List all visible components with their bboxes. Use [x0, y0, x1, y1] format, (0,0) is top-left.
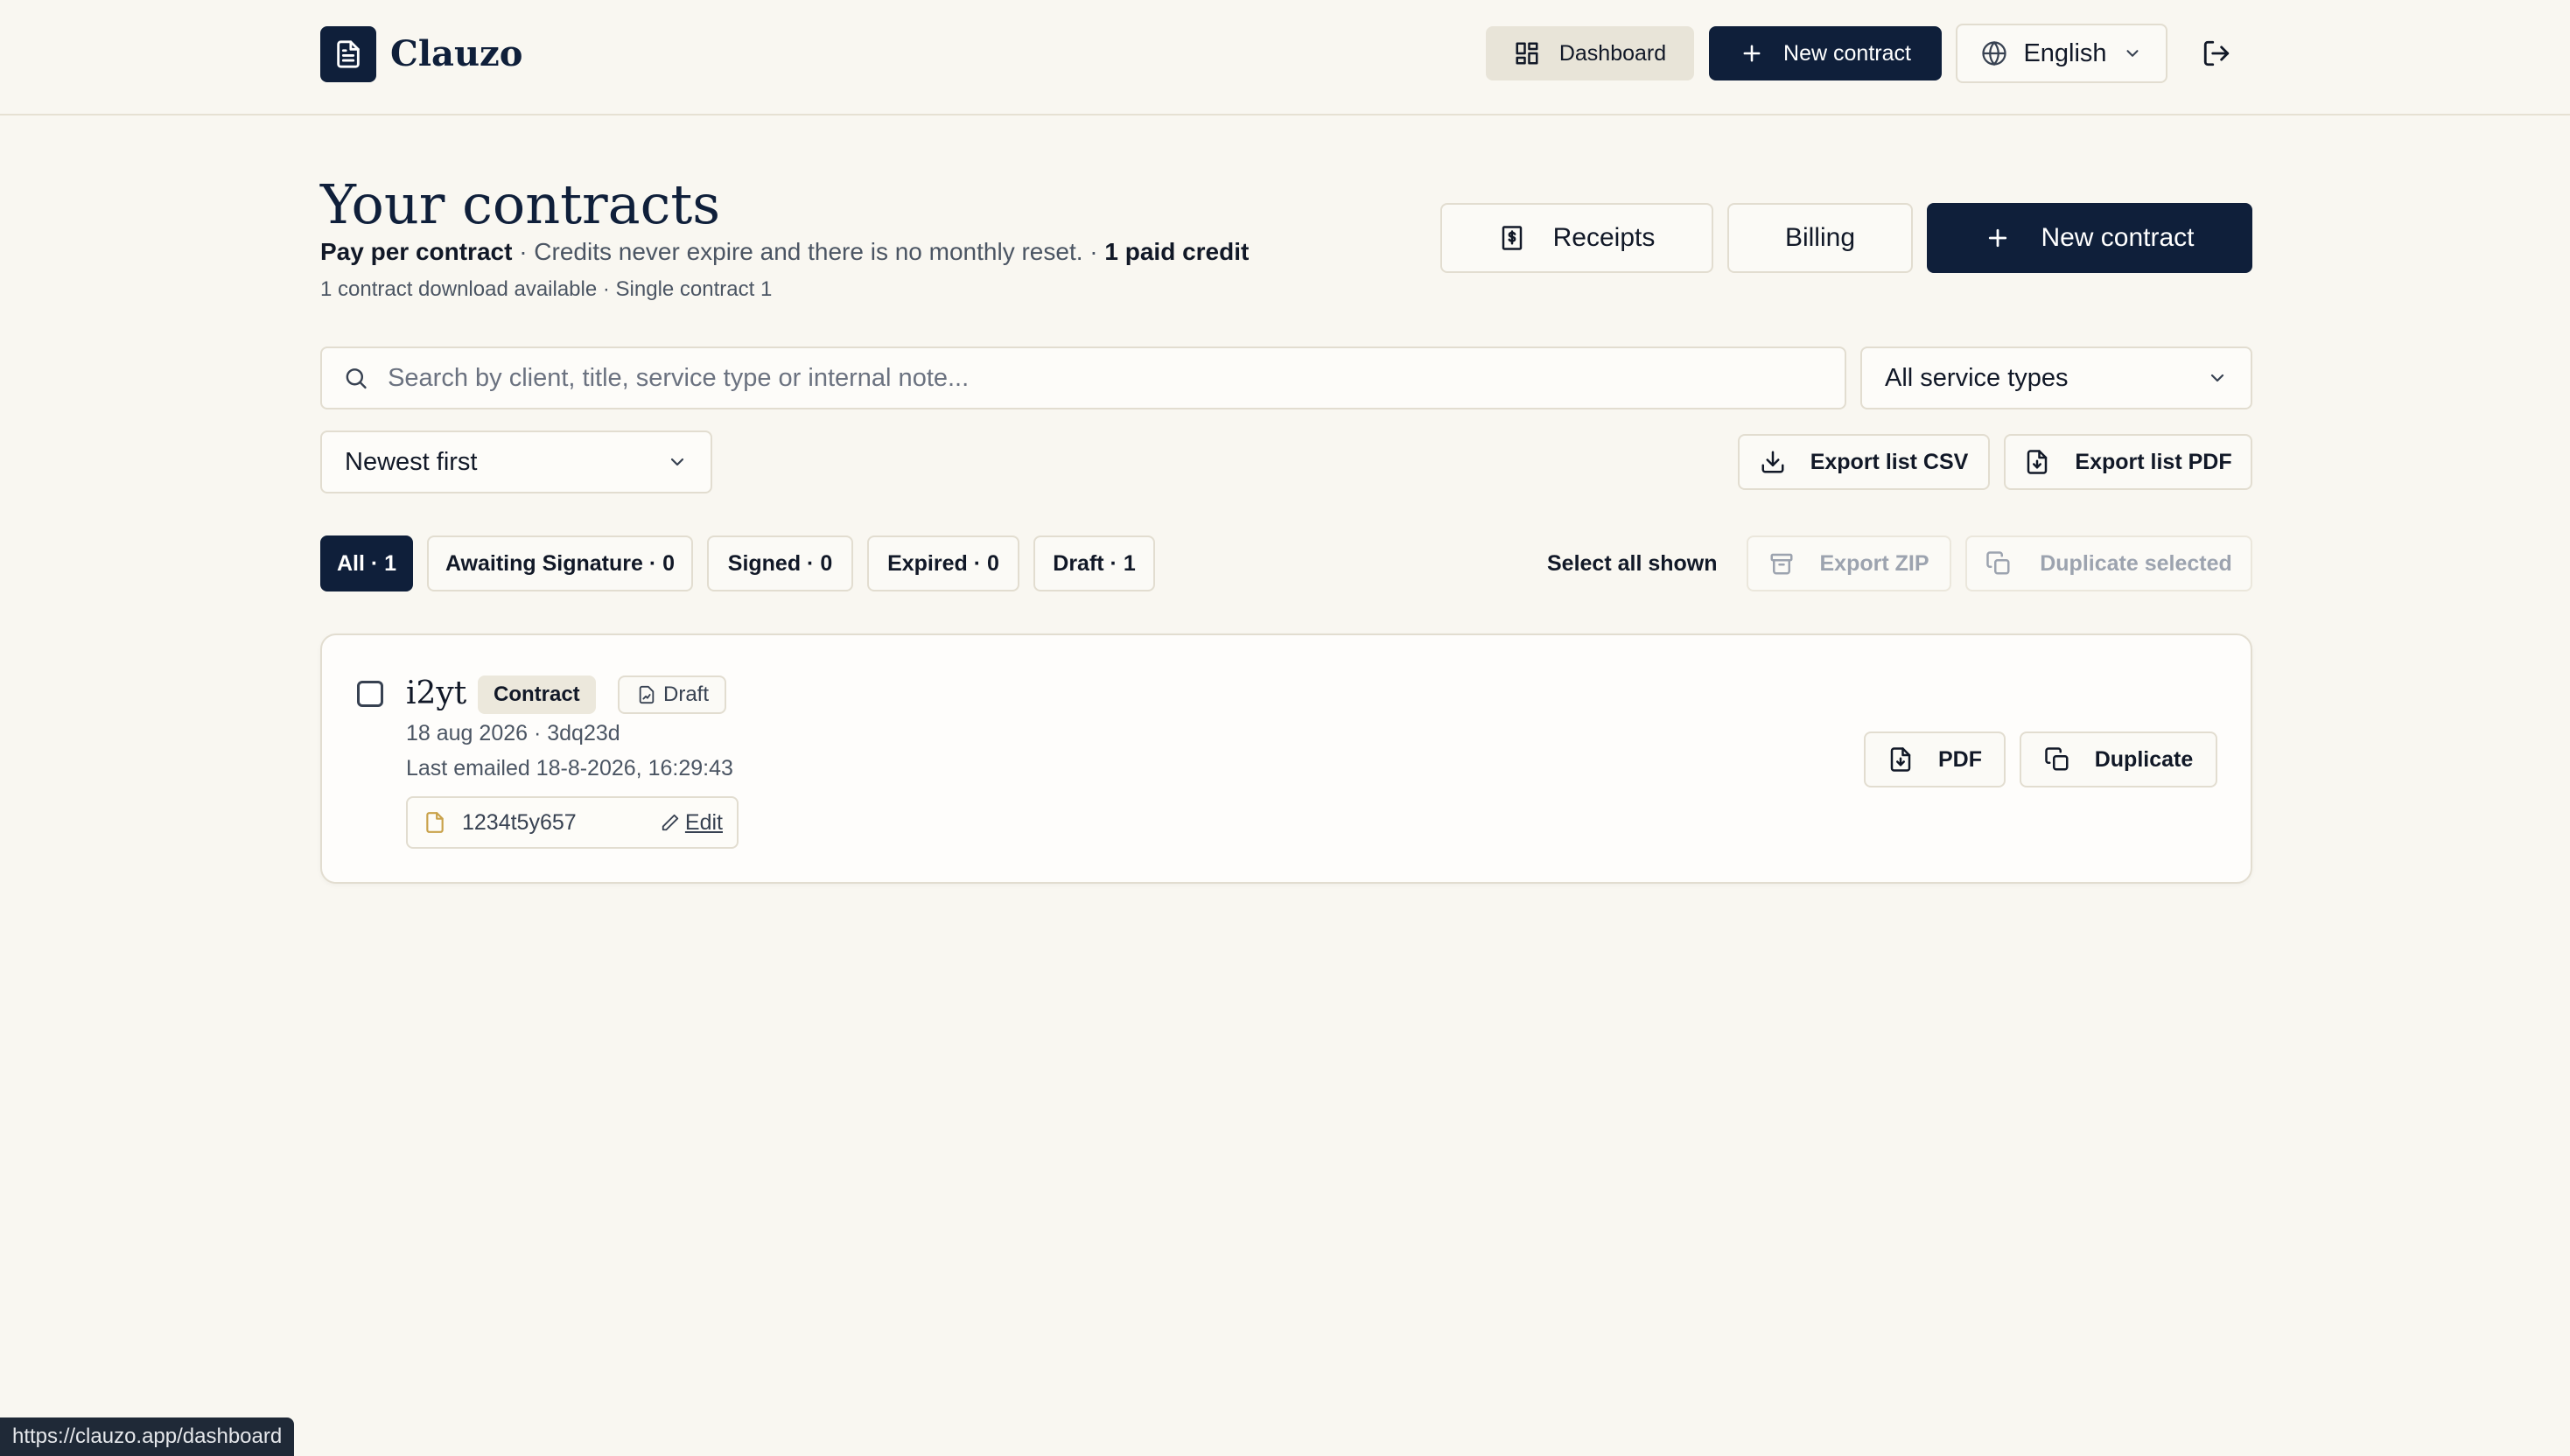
chevron-down-icon	[2126, 50, 2139, 57]
service-type-select[interactable]: All service types	[1860, 346, 2252, 410]
export-pdf-label: Export list PDF	[2075, 449, 2232, 474]
contract-pdf-label: PDF	[1938, 746, 1982, 772]
internal-note: 1234t5y657 Edit	[406, 796, 739, 849]
contract-card: i2yt Contract Draft 18 aug 2026 · 3dq23d…	[320, 634, 2252, 884]
credits-count: 1 paid credit	[1104, 238, 1250, 265]
search-icon	[346, 368, 367, 389]
export-zip-button[interactable]: Export ZIP	[1747, 536, 1951, 592]
app-logo-text[interactable]: Clauzo	[390, 30, 522, 79]
language-select[interactable]: English	[1956, 24, 2167, 83]
contract-meta: 18 aug 2026 · 3dq23d	[406, 721, 620, 746]
new-contract-button[interactable]: New contract	[1927, 203, 2252, 273]
export-csv-label: Export list CSV	[1810, 449, 1969, 474]
duplicate-selected-label: Duplicate selected	[2040, 550, 2232, 576]
billing-button[interactable]: Billing	[1727, 203, 1913, 273]
contract-type-badge: Contract	[478, 676, 596, 714]
internal-note-text: 1234t5y657	[462, 809, 577, 835]
search-field[interactable]	[320, 346, 1846, 410]
downloads-info: 1 contract download available · Single c…	[320, 277, 773, 301]
search-input[interactable]	[386, 362, 1845, 394]
contract-select-checkbox[interactable]	[357, 681, 383, 707]
plus-icon	[1743, 45, 1761, 62]
logout-button[interactable]	[2202, 38, 2231, 68]
tab-awaiting-signature[interactable]: Awaiting Signature · 0	[427, 536, 693, 592]
tab-draft[interactable]: Draft · 1	[1033, 536, 1155, 592]
sort-value: Newest first	[345, 447, 478, 476]
edit-note-button[interactable]: Edit	[661, 810, 723, 836]
download-icon	[1761, 451, 1784, 473]
chevron-down-icon	[2210, 374, 2224, 382]
contract-title[interactable]: i2yt	[406, 672, 466, 716]
status-badge-label: Draft	[663, 682, 710, 706]
sort-select[interactable]: Newest first	[320, 430, 712, 494]
plan-name: Pay per contract	[320, 238, 513, 265]
logout-icon	[2203, 40, 2230, 66]
status-badge: Draft	[618, 676, 727, 714]
contract-last-emailed: Last emailed 18-8-2026, 16:29:43	[406, 756, 733, 780]
new-contract-label: New contract	[2041, 223, 2195, 252]
tab-signed[interactable]: Signed · 0	[707, 536, 853, 592]
tab-all[interactable]: All · 1	[320, 536, 413, 592]
billing-label: Billing	[1784, 223, 1856, 252]
receipts-button[interactable]: Receipts	[1440, 203, 1713, 273]
contract-duplicate-button[interactable]: Duplicate	[2020, 732, 2217, 788]
export-zip-label: Export ZIP	[1819, 550, 1929, 576]
file-download-icon	[2027, 450, 2048, 474]
logo-mark[interactable]	[320, 26, 376, 82]
export-csv-button[interactable]: Export list CSV	[1738, 434, 1990, 490]
tab-expired[interactable]: Expired · 0	[867, 536, 1019, 592]
file-icon	[426, 812, 444, 833]
copy-icon	[2044, 747, 2069, 771]
header-new-contract-button[interactable]: New contract	[1709, 26, 1942, 80]
file-download-icon	[1890, 747, 1911, 772]
plan-summary: Pay per contract · Credits never expire …	[320, 234, 1249, 270]
receipt-icon	[1502, 226, 1522, 250]
duplicate-selected-button[interactable]: Duplicate selected	[1965, 536, 2252, 592]
dashboard-label: Dashboard	[1558, 40, 1667, 66]
edit-note-label: Edit	[684, 809, 723, 835]
receipts-label: Receipts	[1552, 223, 1656, 252]
file-signature-icon	[639, 685, 655, 704]
document-icon	[337, 40, 360, 68]
contract-duplicate-label: Duplicate	[2094, 746, 2194, 772]
chevron-down-icon	[670, 458, 684, 466]
service-type-value: All service types	[1885, 363, 2069, 392]
dashboard-button[interactable]: Dashboard	[1486, 26, 1694, 80]
archive-icon	[1770, 553, 1793, 575]
contract-pdf-button[interactable]: PDF	[1864, 732, 2006, 788]
plus-icon	[1989, 228, 2007, 248]
copy-icon	[1986, 551, 2010, 575]
header-new-contract-label: New contract	[1783, 40, 1911, 66]
export-pdf-button[interactable]: Export list PDF	[2004, 434, 2252, 490]
language-label: English	[2023, 38, 2107, 67]
plan-description: · Credits never expire and there is no m…	[512, 238, 1105, 265]
page-title: Your contracts	[320, 172, 721, 236]
status-bar-url: https://clauzo.app/dashboard	[0, 1418, 295, 1456]
pencil-icon	[662, 814, 679, 831]
top-bar	[0, 0, 2570, 116]
grid-icon	[1516, 42, 1538, 65]
globe-icon	[1982, 40, 2007, 66]
select-all-shown-button[interactable]: Select all shown	[1547, 548, 1718, 579]
